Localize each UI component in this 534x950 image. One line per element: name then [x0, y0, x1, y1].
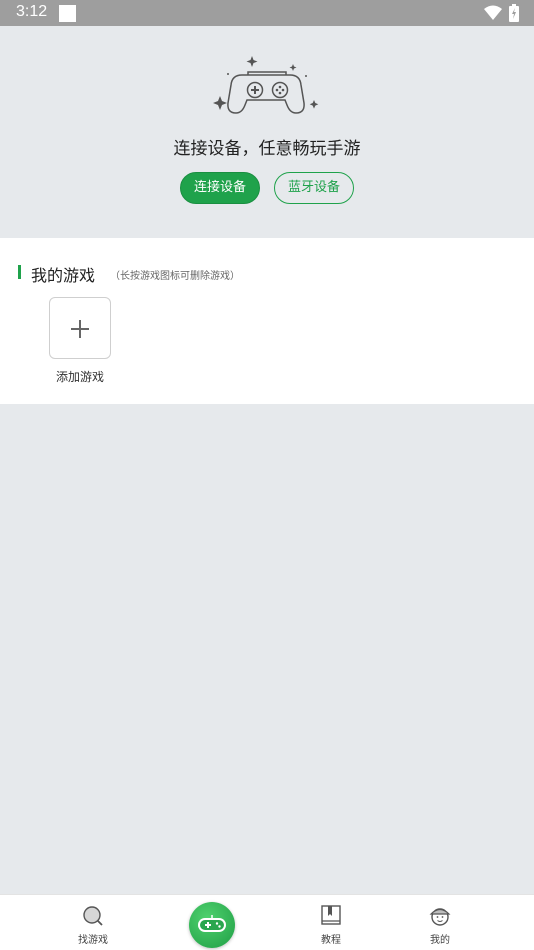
- tab-label: 找游戏: [78, 935, 108, 946]
- hero-tagline: 连接设备，任意畅玩手游: [173, 139, 361, 159]
- bluetooth-device-button[interactable]: 蓝牙设备: [274, 172, 354, 204]
- add-game-label: 添加游戏: [55, 370, 104, 384]
- gamepad-illustration-icon: [213, 56, 319, 114]
- profile-icon: [429, 908, 451, 926]
- gamepad-icon: [198, 915, 226, 932]
- search-icon: [83, 906, 103, 926]
- plus-icon-stroke: [79, 320, 81, 338]
- notification-icon: [59, 5, 76, 22]
- wifi-icon: [484, 5, 502, 20]
- my-games-section: 我的游戏 （长按游戏图标可删除游戏） 添加游戏: [0, 238, 534, 404]
- connect-device-button[interactable]: 连接设备: [180, 172, 260, 204]
- my-games-hint: （长按游戏图标可删除游戏）: [110, 271, 240, 282]
- tab-tutorial[interactable]: 教程: [291, 895, 371, 950]
- battery-icon: [509, 4, 519, 22]
- tab-find-games[interactable]: 找游戏: [53, 895, 133, 950]
- tab-label: 教程: [321, 935, 341, 946]
- connect-hero: 连接设备，任意畅玩手游 连接设备 蓝牙设备: [0, 26, 534, 238]
- center-gamepad-button[interactable]: [189, 902, 235, 948]
- status-bar: 3:12: [0, 0, 534, 26]
- status-time: 3:12: [16, 3, 48, 20]
- section-accent-bar: [18, 265, 21, 279]
- book-icon: [321, 905, 341, 925]
- bottom-tab-bar: 找游戏 教程 我的: [0, 894, 534, 950]
- my-games-title: 我的游戏: [31, 266, 96, 285]
- tab-mine[interactable]: 我的: [400, 895, 480, 950]
- tab-label: 我的: [430, 935, 450, 946]
- add-game-button[interactable]: [49, 297, 111, 359]
